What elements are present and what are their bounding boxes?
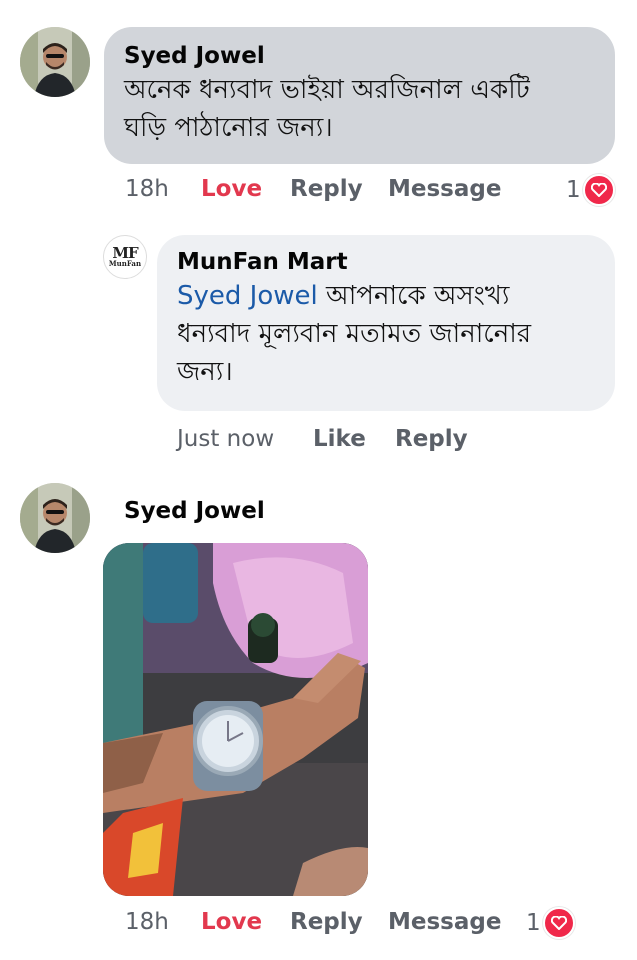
reply-button[interactable]: Reply bbox=[290, 909, 363, 935]
munfan-logo[interactable]: MF MunFan bbox=[103, 235, 147, 279]
like-button[interactable]: Like bbox=[313, 426, 366, 452]
user-avatar[interactable] bbox=[20, 483, 90, 553]
comment-photo[interactable] bbox=[103, 543, 368, 896]
reply-text-line: ধন্যবাদ মূল্যবান মতামত জানানোর bbox=[177, 319, 532, 349]
reply-text-line: জন্য। bbox=[177, 357, 233, 387]
reply-button[interactable]: Reply bbox=[395, 426, 468, 452]
heart-icon bbox=[542, 907, 575, 939]
avatar-photo bbox=[20, 483, 90, 553]
love-reaction-button[interactable]: Love bbox=[201, 176, 262, 202]
logo-name: MunFan bbox=[108, 259, 142, 268]
reaction-summary[interactable]: 1 bbox=[566, 174, 615, 206]
reaction-count: 1 bbox=[566, 177, 581, 203]
mention-link[interactable]: Syed Jowel bbox=[177, 281, 318, 311]
logo-initials: MF bbox=[112, 244, 138, 262]
heart-icon bbox=[582, 174, 615, 206]
message-button[interactable]: Message bbox=[388, 176, 501, 202]
comment-author[interactable]: Syed Jowel bbox=[124, 41, 595, 71]
watch-photo bbox=[103, 543, 368, 896]
comment-time: 18h bbox=[125, 909, 169, 935]
comment-bubble: Syed Jowel অনেক ধন্যবাদ ভাইয়া অরজিনাল এ… bbox=[104, 27, 615, 164]
reaction-summary[interactable]: 1 bbox=[526, 907, 575, 939]
comment-time: 18h bbox=[125, 176, 169, 202]
reaction-count: 1 bbox=[526, 910, 541, 936]
reply-text-line: Syed Jowel আপনাকে অসংখ্য bbox=[177, 277, 595, 315]
reply-author[interactable]: MunFan Mart bbox=[177, 247, 595, 277]
reply-button[interactable]: Reply bbox=[290, 176, 363, 202]
love-reaction-button[interactable]: Love bbox=[201, 909, 262, 935]
message-button[interactable]: Message bbox=[388, 909, 501, 935]
reply-time: Just now bbox=[177, 426, 275, 452]
reply-bubble: MunFan Mart Syed Jowel আপনাকে অসংখ্য ধন্… bbox=[157, 235, 615, 411]
comment-author[interactable]: Syed Jowel bbox=[124, 496, 265, 526]
reply-text: আপনাকে অসংখ্য bbox=[317, 281, 510, 311]
comment-text-line: অনেক ধন্যবাদ ভাইয়া অরজিনাল একটি bbox=[124, 75, 530, 105]
user-avatar[interactable] bbox=[20, 27, 90, 97]
avatar-photo bbox=[20, 27, 90, 97]
comment-text-line: ঘড়ি পাঠানোর জন্য। bbox=[124, 113, 333, 143]
